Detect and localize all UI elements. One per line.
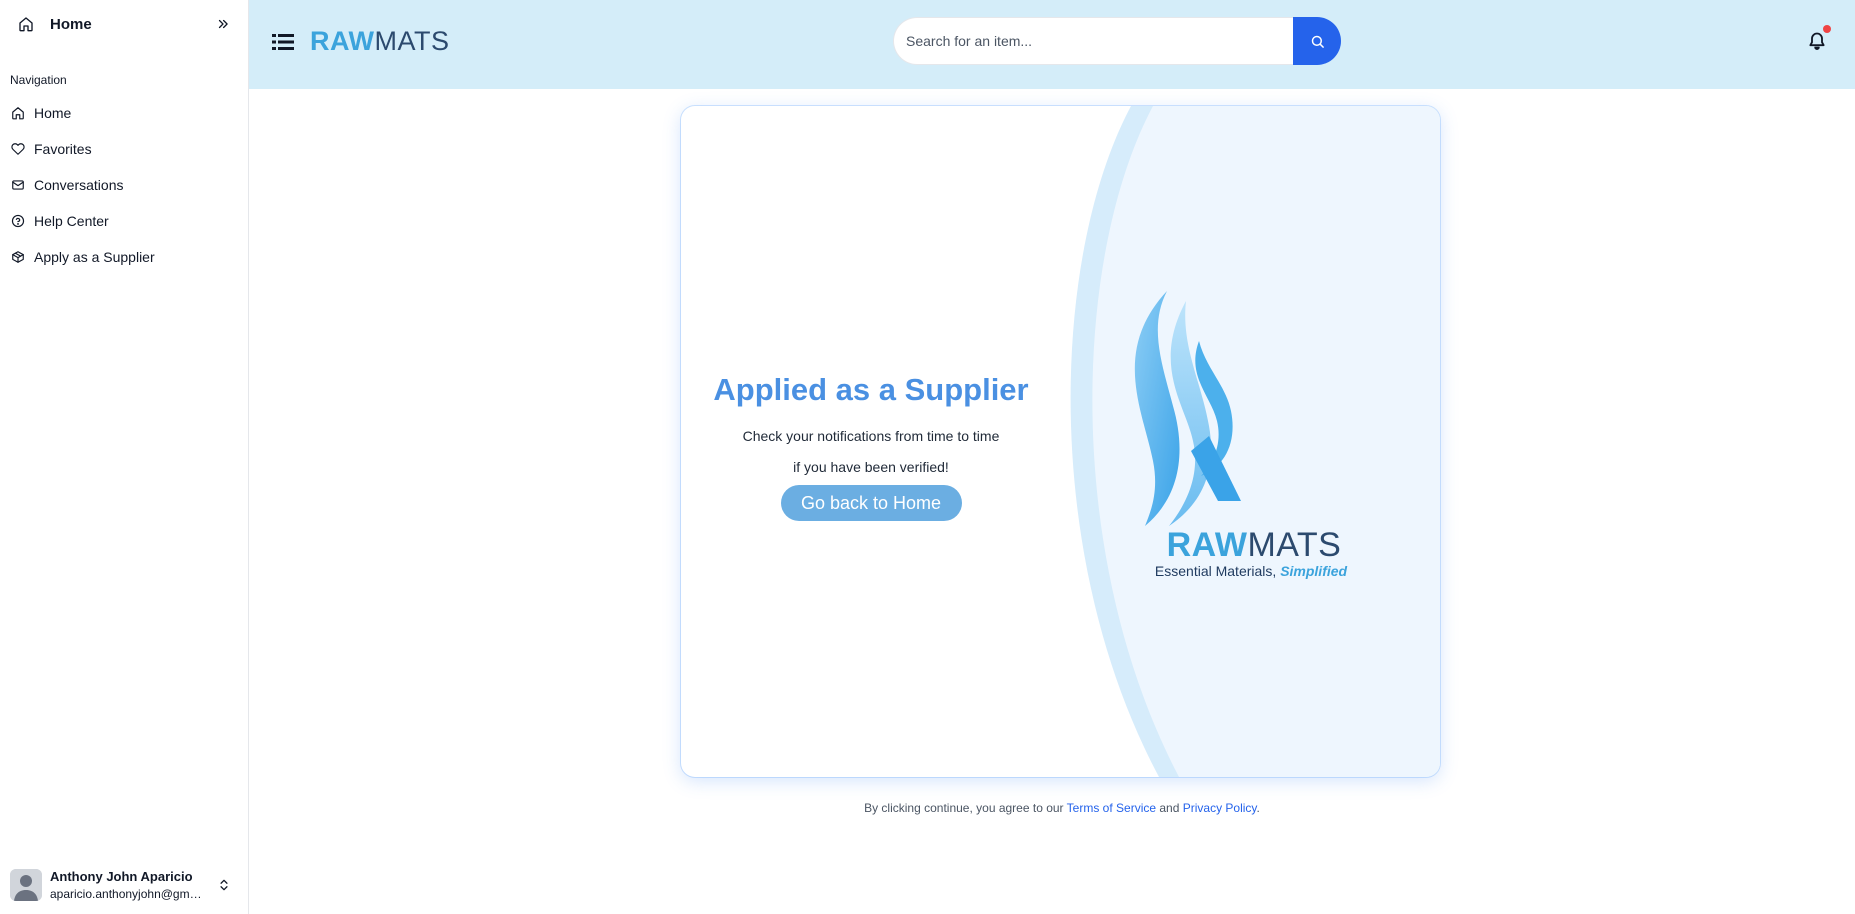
menu-list-icon[interactable]: [271, 31, 295, 53]
terms-of-service-link[interactable]: Terms of Service: [1067, 801, 1156, 815]
sidebar-item-label: Apply as a Supplier: [34, 249, 155, 265]
top-bar: RAWMATS: [249, 0, 1855, 89]
sidebar-item-conversations[interactable]: Conversations: [0, 167, 249, 203]
message-line-2: if you have been verified!: [793, 459, 949, 475]
collapse-sidebar-icon[interactable]: [213, 14, 233, 34]
notifications-button[interactable]: [1805, 25, 1831, 53]
app-root: Home Navigation Home Favorites Conversat…: [0, 0, 1855, 914]
user-profile[interactable]: Anthony John Aparicio aparicio.anthonyjo…: [0, 856, 249, 914]
home-icon: [10, 105, 26, 121]
sidebar-item-home[interactable]: Home: [0, 95, 249, 131]
user-email: aparicio.anthonyjohn@gmail.com: [50, 887, 205, 901]
brand-mats: MATS: [374, 26, 450, 56]
legal-suffix: .: [1256, 801, 1260, 815]
sidebar-header[interactable]: Home: [0, 0, 249, 48]
tagline-emphasis: Simplified: [1280, 563, 1348, 579]
sidebar-item-label: Favorites: [34, 141, 92, 157]
search-icon: [1310, 34, 1325, 49]
search-bar: [893, 17, 1341, 65]
chevrons-up-down-icon[interactable]: [215, 875, 233, 895]
help-circle-icon: [10, 213, 26, 229]
logo-mats: MATS: [1247, 526, 1342, 564]
card-logo-wordmark: RAWMATS: [1154, 526, 1354, 565]
message-line-1: Check your notifications from time to ti…: [742, 428, 1000, 444]
user-name: Anthony John Aparicio: [50, 869, 193, 884]
sidebar-item-label: Conversations: [34, 177, 124, 193]
notification-dot: [1823, 25, 1831, 33]
sidebar-item-help-center[interactable]: Help Center: [0, 203, 249, 239]
nav-section-label: Navigation: [10, 73, 67, 87]
brand-logo[interactable]: RAWMATS: [310, 26, 450, 57]
avatar: [10, 869, 42, 901]
tagline-prefix: Essential Materials,: [1154, 563, 1277, 579]
bell-icon: [1807, 30, 1827, 52]
sidebar-item-label: Help Center: [34, 213, 109, 229]
sidebar-header-title: Home: [50, 15, 92, 33]
nav-list: Home Favorites Conversations Help Center: [0, 95, 249, 275]
legal-and: and: [1159, 801, 1180, 815]
user-meta: Anthony John Aparicio aparicio.anthonyjo…: [50, 869, 205, 901]
sidebar-item-favorites[interactable]: Favorites: [0, 131, 249, 167]
search-button[interactable]: [1293, 17, 1341, 65]
logo-raw: RAW: [1166, 526, 1248, 564]
legal-prefix: By clicking continue, you agree to our: [864, 801, 1064, 815]
sidebar-item-label: Home: [34, 105, 72, 121]
search-input[interactable]: [893, 17, 1294, 65]
go-home-button[interactable]: Go back to Home: [780, 485, 962, 521]
heart-icon: [10, 141, 26, 157]
package-icon: [10, 249, 26, 265]
sidebar: Home Navigation Home Favorites Conversat…: [0, 0, 249, 914]
page-title: Applied as a Supplier: [713, 372, 1029, 407]
brand-raw: RAW: [310, 26, 375, 56]
confirmation-message: Check your notifications from time to ti…: [743, 421, 1000, 483]
card-message: Applied as a Supplier Check your notific…: [681, 106, 1061, 777]
supplier-confirmation-card: Applied as a Supplier Check your notific…: [681, 106, 1440, 777]
legal-notice: By clicking continue, you agree to our T…: [862, 801, 1262, 815]
sidebar-item-apply-supplier[interactable]: Apply as a Supplier: [0, 239, 249, 275]
home-icon: [17, 15, 35, 33]
privacy-policy-link[interactable]: Privacy Policy: [1183, 801, 1257, 815]
logo-tagline: Essential Materials, Simplified: [1121, 563, 1381, 579]
mail-icon: [10, 177, 26, 193]
